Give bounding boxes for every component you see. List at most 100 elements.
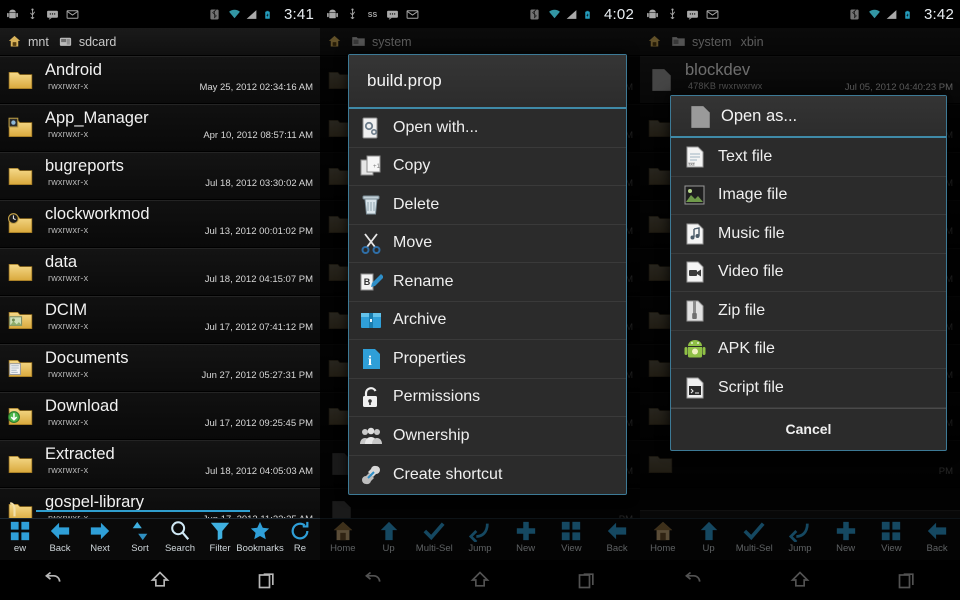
file-row[interactable]: Android rwxrwxr-x May 25, 2012 02:34:16 AM bbox=[0, 56, 320, 104]
context-menu-item-permissions[interactable]: Permissions bbox=[349, 379, 626, 417]
file-meta: Download rwxrwxr-x Jul 17, 2012 09:25:45 P… bbox=[45, 396, 313, 436]
dialog-option-musicfile[interactable]: Music file bbox=[671, 215, 946, 254]
view-icon bbox=[9, 520, 31, 542]
file-name: Extracted bbox=[45, 444, 115, 463]
toolbar-next-button[interactable]: Next bbox=[80, 519, 120, 560]
context-menu-item-move[interactable]: Move bbox=[349, 225, 626, 263]
file-date: Apr 10, 2012 08:57:11 AM bbox=[203, 129, 313, 141]
dialog-option-scriptfile[interactable]: Script file bbox=[671, 369, 946, 408]
svg-text:TXT: TXT bbox=[688, 162, 694, 166]
context-menu-item-ownership[interactable]: Ownership bbox=[349, 417, 626, 456]
status-bar: 3:41 bbox=[0, 0, 320, 28]
file-permissions: rwxrwxr-x bbox=[48, 320, 89, 331]
gmail-icon bbox=[706, 8, 719, 21]
sms-icon bbox=[46, 8, 59, 21]
toolbar-label: Next bbox=[90, 543, 110, 554]
dialog-option-apkfile[interactable]: APK file bbox=[671, 331, 946, 369]
breadcrumb-label: sdcard bbox=[78, 34, 117, 49]
dialog-option-label: APK file bbox=[718, 340, 775, 358]
gmail-icon bbox=[66, 8, 79, 21]
open-as-dialog: Open as... TXT Text file Image file Music fi… bbox=[670, 95, 947, 451]
context-menu-item-openwith[interactable]: Open with... bbox=[349, 109, 626, 148]
script-file-icon bbox=[683, 376, 707, 400]
context-menu-item-rename[interactable]: B Rename bbox=[349, 263, 626, 302]
android-nav-bar bbox=[0, 560, 320, 600]
context-menu-item-copy[interactable]: +1 Copy bbox=[349, 148, 626, 186]
context-menu-item-archive[interactable]: Archive bbox=[349, 302, 626, 340]
dialog-option-label: Video file bbox=[718, 263, 784, 281]
file-row[interactable]: data rwxrwxr-x Jul 18, 2012 04:15:07 PM bbox=[0, 248, 320, 296]
signal-icon bbox=[885, 8, 898, 21]
usb-icon bbox=[346, 8, 359, 21]
recents-nav-button[interactable] bbox=[257, 570, 277, 590]
breadcrumb-item[interactable]: mnt bbox=[7, 34, 49, 49]
file-row[interactable]: App_Manager rwxrwxr-x Apr 10, 2012 08:57:1… bbox=[0, 104, 320, 152]
status-clock: 4:02 bbox=[604, 5, 634, 23]
folder-doc-icon bbox=[6, 355, 36, 381]
file-meta: DCIM rwxrwxr-x Jul 17, 2012 07:41:12 PM bbox=[45, 300, 313, 340]
file-permissions: rwxrwxr-x bbox=[48, 80, 89, 91]
file-date: Jun 27, 2012 05:27:31 PM bbox=[201, 369, 313, 381]
breadcrumb-item[interactable]: sdcard bbox=[58, 34, 117, 49]
status-system-icons: 3:42 bbox=[849, 6, 954, 23]
dialog-option-label: Script file bbox=[718, 378, 784, 396]
svg-text:i: i bbox=[368, 354, 372, 369]
file-row[interactable]: Documents rwxrwxr-x Jun 27, 2012 05:27:31 … bbox=[0, 344, 320, 392]
toolbar-sort-button[interactable]: Sort bbox=[120, 519, 160, 560]
dialog-title-row: Open as... bbox=[671, 96, 946, 138]
dialog-option-videofile[interactable]: Video file bbox=[671, 254, 946, 292]
trash-icon bbox=[359, 193, 383, 217]
toolbar-search-button[interactable]: Search bbox=[160, 519, 200, 560]
battery-icon bbox=[903, 8, 916, 21]
file-name: Android bbox=[45, 60, 102, 79]
context-menu-item-delete[interactable]: Delete bbox=[349, 186, 626, 225]
panel-sdcard: 3:41 mnt sdcard Android rwxrwxr-x May 25, 201… bbox=[0, 0, 320, 600]
file-row[interactable]: DCIM rwxrwxr-x Jul 17, 2012 07:41:12 PM bbox=[0, 296, 320, 344]
file-row[interactable]: bugreports rwxrwxr-x Jul 18, 2012 03:30:02… bbox=[0, 152, 320, 200]
status-notification-icons bbox=[6, 8, 79, 21]
recents-nav-icon bbox=[257, 570, 277, 590]
file-name: DCIM bbox=[45, 300, 88, 319]
file-row[interactable]: Extracted rwxrwxr-x Jul 18, 2012 04:05:03 … bbox=[0, 440, 320, 488]
toolbar-filter-button[interactable]: Filter bbox=[200, 519, 240, 560]
wifi-icon bbox=[547, 8, 560, 21]
music-file-icon bbox=[683, 222, 707, 246]
folder-icon bbox=[6, 163, 36, 189]
file-permissions: rwxrwxr-x bbox=[48, 224, 89, 235]
usb-icon bbox=[666, 8, 679, 21]
home-nav-button[interactable] bbox=[150, 570, 170, 590]
status-clock: 3:42 bbox=[924, 5, 954, 23]
context-menu-item-label: Rename bbox=[393, 272, 454, 290]
dialog-option-zipfile[interactable]: Zip file bbox=[671, 292, 946, 331]
dialog-option-label: Text file bbox=[718, 147, 773, 165]
context-menu-item-createshortcut[interactable]: Create shortcut bbox=[349, 456, 626, 495]
video-file-icon bbox=[683, 260, 707, 284]
dialog-cancel-button[interactable]: Cancel bbox=[671, 407, 946, 450]
context-menu-item-label: Permissions bbox=[393, 388, 481, 406]
dialog-title: Open as... bbox=[721, 106, 798, 125]
context-menu-item-label: Move bbox=[393, 234, 433, 252]
dialog-option-imagefile[interactable]: Image file bbox=[671, 177, 946, 215]
dialog-option-textfile[interactable]: TXT Text file bbox=[671, 138, 946, 177]
home-lock-icon bbox=[7, 34, 22, 49]
folder-app-icon bbox=[6, 115, 36, 141]
toolbar-back-button[interactable]: Back bbox=[40, 519, 80, 560]
file-row[interactable]: clockworkmod rwxrwxr-x Jul 13, 2012 00:01:… bbox=[0, 200, 320, 248]
toolbar-re-button[interactable]: Re bbox=[280, 519, 320, 560]
context-menu-item-label: Create shortcut bbox=[393, 465, 503, 483]
context-menu: build.prop Open with... +1 Copy Delete Move B R… bbox=[348, 54, 627, 495]
file-meta: bugreports rwxrwxr-x Jul 18, 2012 03:30:02… bbox=[45, 156, 313, 196]
file-meta: Extracted rwxrwxr-x Jul 18, 2012 04:05:03 … bbox=[45, 444, 313, 484]
back-nav-button[interactable] bbox=[43, 570, 63, 590]
context-menu-item-properties[interactable]: i Properties bbox=[349, 340, 626, 379]
file-date: Jul 18, 2012 04:05:03 AM bbox=[205, 465, 313, 477]
context-menu-item-label: Open with... bbox=[393, 118, 479, 136]
file-row[interactable]: Download rwxrwxr-x Jul 17, 2012 09:25:45 P… bbox=[0, 392, 320, 440]
file-meta: Android rwxrwxr-x May 25, 2012 02:34:16 AM bbox=[45, 60, 313, 100]
toolbar-bookmarks-button[interactable]: Bookmarks bbox=[236, 519, 284, 560]
file-permissions: rwxrwxr-x bbox=[48, 464, 89, 475]
file-permissions: rwxrwxr-x bbox=[48, 272, 89, 283]
android-icon bbox=[646, 8, 659, 21]
toolbar-ew-button[interactable]: ew bbox=[0, 519, 40, 560]
sort-icon bbox=[129, 520, 151, 542]
